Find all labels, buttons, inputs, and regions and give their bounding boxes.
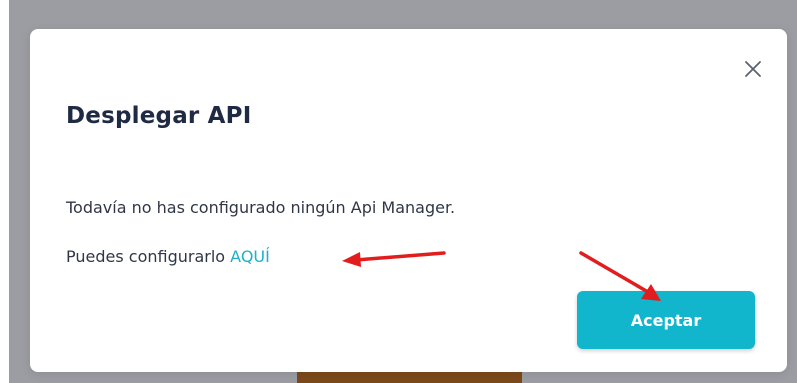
deploy-api-dialog: Desplegar API Todavía no has configurado… — [30, 29, 787, 372]
config-link[interactable]: AQUÍ — [230, 247, 270, 266]
dialog-title: Desplegar API — [66, 103, 252, 129]
page-edge — [0, 0, 9, 383]
accept-button[interactable]: Aceptar — [577, 291, 755, 349]
close-icon — [745, 61, 761, 77]
dialog-message: Todavía no has configurado ningún Api Ma… — [66, 198, 456, 217]
config-prefix: Puedes configurarlo — [66, 247, 231, 266]
close-button[interactable] — [741, 57, 765, 81]
config-line: Puedes configurarlo AQUÍ — [66, 247, 270, 266]
